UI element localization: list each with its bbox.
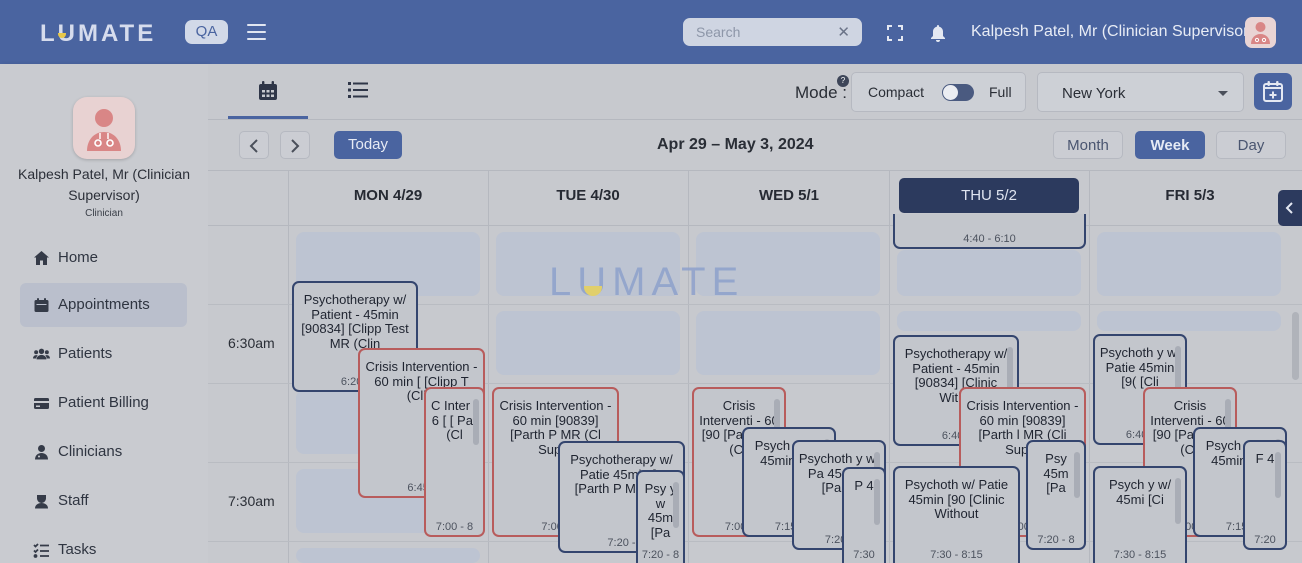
column-divider	[688, 170, 689, 563]
sidebar: Kalpesh Patel, Mr (Clinician Supervisor)…	[0, 64, 208, 563]
day-view-button[interactable]: Day	[1216, 131, 1286, 159]
grid-top-border	[208, 170, 1302, 171]
environment-badge: QA	[185, 20, 228, 44]
chevron-left-icon	[249, 139, 258, 153]
doctor-avatar-icon	[87, 109, 121, 151]
card-scrollbar[interactable]	[1175, 478, 1181, 524]
chevron-left-icon	[1285, 202, 1293, 214]
appointment-card[interactable]: C Inter - 6 [ [ Par (Cl 7:00 - 8	[424, 387, 485, 537]
mode-toggle[interactable]	[942, 84, 974, 101]
month-view-button[interactable]: Month	[1053, 131, 1123, 159]
app-logo[interactable]: LUMATE	[40, 20, 156, 48]
prev-week-button[interactable]	[239, 131, 269, 159]
toggle-knob	[943, 85, 958, 100]
empty-slot[interactable]	[1097, 311, 1281, 331]
appointment-card[interactable]: 4:40 - 6:10	[893, 214, 1086, 249]
sidebar-item-home[interactable]: Home	[20, 236, 187, 280]
current-user-name[interactable]: Kalpesh Patel, Mr (Clinician Supervisor)	[971, 23, 1254, 41]
credit-card-icon	[34, 398, 49, 409]
search-input[interactable]	[683, 18, 833, 46]
mode-compact-label: Compact	[868, 84, 925, 100]
location-value: New York	[1062, 85, 1126, 102]
card-scrollbar[interactable]	[1074, 452, 1080, 498]
tab-list-view[interactable]	[318, 64, 398, 119]
card-scrollbar[interactable]	[874, 479, 880, 525]
date-range-title: Apr 29 – May 3, 2024	[657, 136, 814, 153]
sidebar-item-appointments[interactable]: Appointments	[20, 283, 187, 327]
empty-slot[interactable]	[496, 311, 680, 375]
appointment-card[interactable]: Psy 45m [Pa 7:20 - 8	[1026, 440, 1086, 550]
time-label-630am: 6:30am	[228, 335, 275, 351]
appointment-card[interactable]: P 4 7:30	[842, 467, 886, 563]
profile-name: Kalpesh Patel, Mr (Clinician Supervisor)	[18, 166, 190, 203]
week-view-button[interactable]: Week	[1135, 131, 1205, 159]
calendar-plus-icon	[1263, 81, 1283, 102]
day-header-wed[interactable]: WED 5/1	[699, 178, 879, 213]
empty-slot[interactable]	[296, 548, 480, 563]
sidebar-item-patients[interactable]: Patients	[20, 332, 187, 376]
sidebar-item-staff[interactable]: Staff	[20, 479, 187, 523]
time-label-730am: 7:30am	[228, 493, 275, 509]
time-gutter-border	[288, 170, 289, 563]
list-icon	[348, 82, 368, 98]
patients-icon	[33, 348, 50, 360]
hamburger-menu-icon[interactable]	[247, 24, 266, 41]
toolbar-divider	[208, 119, 1302, 120]
empty-slot[interactable]	[897, 311, 1081, 331]
mode-full-label: Full	[989, 84, 1012, 100]
empty-slot[interactable]	[897, 250, 1081, 296]
appointment-card[interactable]: Psychoth w/ Patie 45min [90 [Clinic With…	[893, 466, 1020, 563]
card-scrollbar[interactable]	[1275, 452, 1281, 498]
search-clear-icon[interactable]: ✕	[837, 23, 850, 41]
column-divider	[488, 170, 489, 563]
card-scrollbar[interactable]	[1175, 346, 1181, 392]
appointment-card[interactable]: Psych y w/ 45mi [Ci 7:30 - 8:15	[1093, 466, 1187, 563]
appointment-card[interactable]: F 4 7:20	[1243, 440, 1287, 550]
profile-avatar	[73, 97, 135, 159]
card-scrollbar[interactable]	[473, 399, 479, 445]
chevron-down-icon	[1218, 91, 1228, 96]
chevron-right-icon	[291, 139, 300, 153]
appointment-card[interactable]: Psy y w 45m [Pa 7:20 - 8	[636, 470, 685, 563]
card-scrollbar[interactable]	[673, 482, 679, 528]
header-divider	[208, 225, 1302, 226]
calendar-scrollbar[interactable]	[1292, 312, 1299, 380]
day-header-tue[interactable]: TUE 4/30	[498, 178, 678, 213]
doctor-avatar-icon	[1251, 22, 1270, 44]
home-icon	[34, 251, 49, 265]
lumate-watermark-logo: LUMATE	[549, 260, 745, 304]
add-appointment-button[interactable]	[1254, 73, 1292, 110]
calendar-icon	[34, 298, 49, 312]
sidebar-item-tasks[interactable]: Tasks	[20, 528, 187, 563]
mode-switch-box: Compact Full	[851, 72, 1026, 112]
mode-help-icon[interactable]: ?	[837, 75, 849, 87]
user-avatar[interactable]	[1245, 17, 1276, 48]
column-divider	[889, 170, 890, 563]
profile-role: Clinician	[85, 208, 123, 219]
collapse-panel-button[interactable]	[1278, 190, 1302, 226]
empty-slot[interactable]	[1097, 232, 1281, 296]
notification-bell-icon[interactable]	[929, 24, 947, 42]
sidebar-item-patient-billing[interactable]: Patient Billing	[20, 381, 187, 425]
column-divider	[1089, 170, 1090, 563]
today-button[interactable]: Today	[334, 131, 402, 159]
empty-slot[interactable]	[696, 311, 880, 375]
calendar-main: Mode : ? Compact Full New York Today Apr…	[208, 64, 1302, 563]
search-box: ✕	[683, 18, 862, 46]
tab-calendar-view[interactable]	[228, 64, 308, 119]
day-header-mon[interactable]: MON 4/29	[298, 178, 478, 213]
day-header-thu-today[interactable]: THU 5/2	[899, 178, 1079, 213]
next-week-button[interactable]	[280, 131, 310, 159]
tasks-icon	[33, 543, 49, 558]
top-navbar: LUMATE QA ✕ Kalpesh Patel, Mr (Clinician…	[0, 0, 1302, 64]
day-header-fri[interactable]: FRI 5/3	[1100, 178, 1280, 213]
sidebar-item-clinicians[interactable]: Clinicians	[20, 430, 187, 474]
location-select[interactable]: New York	[1037, 72, 1244, 112]
clinician-icon	[35, 445, 48, 460]
fullscreen-icon[interactable]	[887, 25, 903, 41]
staff-icon	[35, 495, 48, 509]
calendar-icon	[259, 81, 277, 100]
